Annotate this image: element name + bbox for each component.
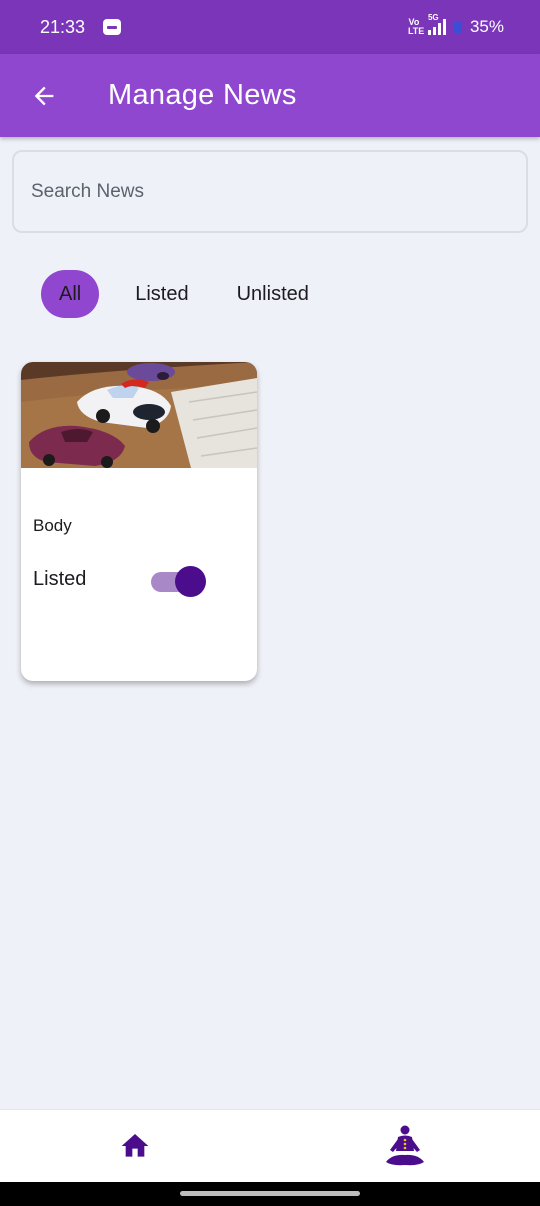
meditation-icon[interactable] — [384, 1124, 426, 1168]
filter-chip-listed[interactable]: Listed — [117, 270, 206, 318]
filter-chip-all[interactable]: All — [41, 270, 100, 318]
filter-chip-unlisted[interactable]: Unlisted — [219, 270, 327, 318]
listed-label: Listed — [33, 568, 87, 590]
status-bar: 21:33 Vo LTE 5G 35% — [0, 0, 540, 54]
filter-chips: All Listed Unlisted — [41, 270, 327, 318]
news-card[interactable]: Body Listed — [21, 362, 257, 681]
toggle-thumb — [175, 566, 206, 597]
page-title: Manage News — [108, 79, 297, 111]
system-nav-bar — [0, 1182, 540, 1206]
volte-icon: Vo LTE — [407, 17, 425, 36]
status-left: 21:33 — [40, 16, 122, 38]
app-bar: Manage News — [0, 54, 540, 137]
listed-toggle[interactable] — [151, 564, 207, 598]
status-right: Vo LTE 5G 35% — [407, 13, 504, 37]
signal-icon: 5G — [427, 13, 446, 35]
news-body: Body — [33, 516, 72, 535]
home-icon[interactable] — [118, 1130, 152, 1162]
home-indicator[interactable] — [180, 1191, 360, 1196]
search-box[interactable] — [12, 150, 528, 233]
bottom-nav — [0, 1109, 540, 1182]
app-notification-icon — [103, 19, 122, 35]
news-image — [21, 362, 257, 468]
search-input[interactable] — [31, 180, 526, 203]
back-button[interactable] — [24, 76, 64, 116]
arrow-left-icon — [34, 86, 54, 105]
network-type: 5G — [427, 13, 439, 22]
battery-icon — [453, 21, 462, 33]
status-time: 21:33 — [40, 16, 86, 37]
battery-percent: 35% — [469, 17, 504, 36]
